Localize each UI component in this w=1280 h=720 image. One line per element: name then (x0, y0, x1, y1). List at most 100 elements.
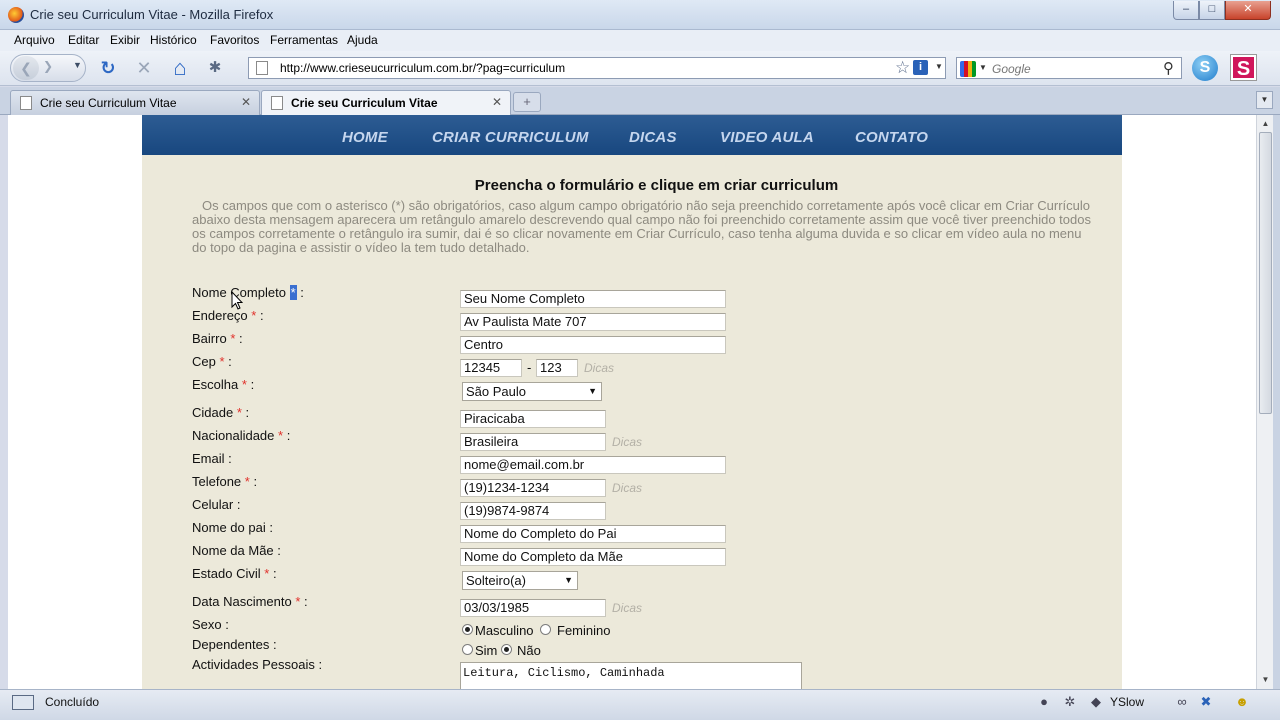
url-dropdown-icon[interactable]: ▼ (935, 62, 943, 71)
nome-mae-input[interactable]: Nome do Completo da Mãe (460, 548, 726, 566)
close-tab-icon[interactable]: ✕ (241, 95, 251, 109)
address-bar[interactable]: http://www.crieseucurriculum.com.br/?pag… (248, 57, 946, 79)
escolha-select[interactable]: São Paulo ▼ (462, 382, 602, 401)
site-container: HOME CRIAR CURRICULUM DICAS VIDEO AULA C… (142, 115, 1122, 689)
nav-home[interactable]: HOME (342, 129, 388, 146)
bairro-input[interactable]: Centro (460, 336, 726, 354)
sexo-masculino-radio[interactable] (462, 624, 473, 635)
site-info-icon[interactable]: i (913, 60, 928, 75)
label-dependentes: Dependentes : (192, 637, 277, 652)
nav-criar-curriculum[interactable]: CRIAR CURRICULUM (432, 129, 589, 146)
label-email: Email : (192, 451, 232, 466)
required-asterisk: * (295, 594, 301, 609)
history-dropdown-icon[interactable]: ▼ (73, 60, 82, 70)
tab-label: Crie seu Curriculum Vitae (291, 96, 438, 110)
close-window-button[interactable]: ✕ (1225, 1, 1271, 20)
menu-exibir[interactable]: Exibir (110, 33, 140, 47)
label-sexo: Sexo : (192, 617, 229, 632)
delicious-icon[interactable]: ✖ (1198, 694, 1214, 710)
label-cep: Cep * : (192, 354, 232, 369)
label-bairro: Bairro * : (192, 331, 243, 346)
back-forward-group: ❮ ❯ ▼ (10, 54, 86, 82)
cep-input-2[interactable]: 123 (536, 359, 578, 377)
nacionalidade-dicas-link[interactable]: Dicas (612, 435, 642, 449)
menu-favoritos[interactable]: Favoritos (210, 33, 259, 47)
nav-contato[interactable]: CONTATO (855, 129, 928, 146)
scroll-down-icon[interactable]: ▼ (1259, 673, 1272, 687)
status-circle-icon[interactable]: ● (1036, 694, 1052, 710)
menu-historico[interactable]: Histórico (150, 33, 197, 47)
vertical-scrollbar[interactable]: ▲ ▼ (1256, 115, 1273, 689)
actividades-pessoais-textarea[interactable]: Leitura, Ciclismo, Caminhada (460, 662, 802, 689)
sexo-feminino-label[interactable]: Feminino (557, 623, 610, 638)
minimize-button[interactable]: – (1173, 1, 1199, 20)
form-title: Preencha o formulário e clique em criar … (474, 177, 839, 194)
close-tab-icon[interactable]: ✕ (492, 95, 502, 109)
google-engine-icon[interactable] (960, 61, 976, 77)
label-telefone: Telefone * : (192, 474, 258, 489)
tab-list-dropdown-icon[interactable]: ▼ (1256, 91, 1273, 109)
search-input[interactable]: Google (992, 62, 1031, 76)
cep-input-1[interactable]: 12345 (460, 359, 522, 377)
menu-arquivo[interactable]: Arquivo (14, 33, 55, 47)
reload-icon[interactable]: ↻ (96, 56, 120, 80)
label-nome-pai: Nome do pai : (192, 520, 273, 535)
notification-icon[interactable]: ☻ (1234, 694, 1250, 710)
required-asterisk: * (230, 331, 236, 346)
menu-bar: Arquivo Editar Exibir Histórico Favorito… (0, 30, 1280, 51)
telefone-input[interactable]: (19)1234-1234 (460, 479, 606, 497)
nome-completo-input[interactable]: Seu Nome Completo (460, 290, 726, 308)
window-title: Crie seu Curriculum Vitae - Mozilla Fire… (30, 7, 274, 22)
forward-button[interactable]: ❯ (43, 59, 53, 73)
dependentes-nao-radio[interactable] (501, 644, 512, 655)
nav-video-aula[interactable]: VIDEO AULA (720, 129, 814, 146)
required-asterisk: * (251, 308, 257, 323)
nascimento-dicas-link[interactable]: Dicas (612, 601, 642, 615)
scrollbar-thumb[interactable] (1259, 132, 1272, 414)
yslow-icon[interactable]: ◆ (1088, 694, 1104, 710)
estado-civil-select[interactable]: Solteiro(a) ▼ (462, 571, 578, 590)
endereco-input[interactable]: Av Paulista Mate 707 (460, 313, 726, 331)
page-viewport: HOME CRIAR CURRICULUM DICAS VIDEO AULA C… (8, 115, 1256, 689)
stop-icon[interactable]: ✕ (132, 56, 156, 80)
menu-editar[interactable]: Editar (68, 33, 99, 47)
cep-dicas-link[interactable]: Dicas (584, 361, 614, 375)
nav-dicas[interactable]: DICAS (629, 129, 677, 146)
back-button[interactable]: ❮ (13, 56, 39, 80)
mouse-cursor-icon (231, 291, 243, 310)
dependentes-sim-radio[interactable] (462, 644, 473, 655)
tab-1[interactable]: Crie seu Curriculum Vitae ✕ (10, 90, 260, 115)
cidade-input[interactable]: Piracicaba (460, 410, 606, 428)
email-input[interactable]: nome@email.com.br (460, 456, 726, 474)
maximize-button[interactable]: □ (1199, 1, 1225, 20)
required-asterisk: * (264, 566, 270, 581)
scroll-up-icon[interactable]: ▲ (1259, 117, 1272, 131)
url-text[interactable]: http://www.crieseucurriculum.com.br/?pag… (280, 61, 565, 75)
menu-ferramentas[interactable]: Ferramentas (270, 33, 338, 47)
menu-ajuda[interactable]: Ajuda (347, 33, 378, 47)
home-icon[interactable]: ⌂ (168, 56, 192, 80)
yslow-label[interactable]: YSlow (1110, 695, 1144, 709)
sexo-masculino-label[interactable]: Masculino (475, 623, 534, 638)
dependentes-sim-label[interactable]: Sim (475, 643, 497, 658)
chevron-down-icon: ▼ (564, 575, 573, 585)
bookmark-star-icon[interactable]: ☆ (895, 58, 910, 78)
navigation-toolbar: ❮ ❯ ▼ ↻ ✕ ⌂ ✱ http://www.crieseucurricul… (0, 51, 1280, 86)
nacionalidade-input[interactable]: Brasileira (460, 433, 606, 451)
sexo-feminino-radio[interactable] (540, 624, 551, 635)
link-icon[interactable]: ∞ (1174, 694, 1190, 710)
addon-icon[interactable]: ✱ (203, 56, 227, 80)
engine-dropdown-icon[interactable]: ▼ (979, 63, 987, 72)
telefone-dicas-link[interactable]: Dicas (612, 481, 642, 495)
firebug-icon[interactable]: ✲ (1062, 694, 1078, 710)
new-tab-button[interactable]: + (513, 92, 541, 112)
dependentes-nao-label[interactable]: Não (517, 643, 541, 658)
search-bar[interactable]: ▼ Google ⚲ (956, 57, 1182, 79)
nome-pai-input[interactable]: Nome do Completo do Pai (460, 525, 726, 543)
tab-2[interactable]: Crie seu Curriculum Vitae ✕ (261, 90, 511, 116)
celular-input[interactable]: (19)9874-9874 (460, 502, 606, 520)
extension-s-icon[interactable]: S (1230, 54, 1257, 81)
data-nascimento-input[interactable]: 03/03/1985 (460, 599, 606, 617)
search-icon[interactable]: ⚲ (1163, 59, 1174, 77)
skype-icon[interactable]: S (1192, 55, 1218, 81)
